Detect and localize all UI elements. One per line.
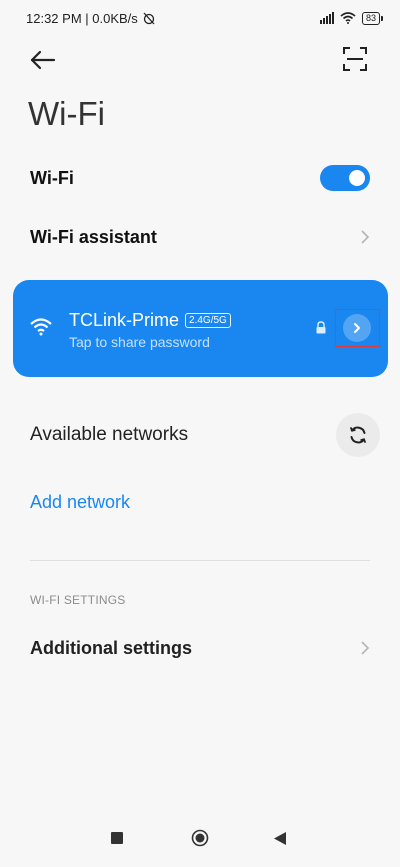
scan-qr-icon[interactable] (342, 46, 368, 72)
back-triangle-icon[interactable] (274, 832, 286, 845)
signal-icon (319, 12, 334, 24)
wifi-settings-header: WI-FI SETTINGS (30, 593, 126, 607)
wifi-icon (30, 318, 52, 336)
add-network-link[interactable]: Add network (30, 492, 130, 513)
refresh-icon (350, 426, 366, 444)
status-left: 12:32 PM | 0.0KB/s (26, 11, 156, 26)
page-title: Wi-Fi (28, 95, 105, 132)
battery-indicator: 83 (361, 11, 384, 25)
divider (30, 560, 370, 561)
back-arrow-icon[interactable] (28, 48, 58, 72)
status-time-speed: 12:32 PM | 0.0KB/s (26, 10, 138, 26)
chevron-right-icon (361, 230, 370, 244)
wifi-assistant-row[interactable]: Wi-Fi assistant (0, 209, 400, 265)
top-bar (0, 40, 400, 80)
network-name-line: TCLink-Prime 2.4G/5G (69, 310, 231, 331)
recents-square-icon[interactable] (111, 832, 123, 844)
additional-settings-label: Additional settings (30, 637, 192, 658)
wifi-toggle-row[interactable]: Wi-Fi (0, 150, 400, 206)
status-bar: 12:32 PM | 0.0KB/s 83 (0, 0, 400, 36)
wifi-toggle-switch[interactable] (320, 165, 370, 191)
wifi-toggle-label: Wi-Fi (30, 167, 74, 188)
lock-icon (316, 321, 326, 334)
alarm-off-icon (143, 12, 155, 25)
highlight-box (335, 309, 380, 347)
toggle-knob (349, 170, 365, 186)
connected-network-card[interactable]: TCLink-Prime 2.4G/5G Tap to share passwor… (13, 280, 388, 377)
chevron-right-icon (361, 641, 370, 655)
band-badge: 2.4G/5G (185, 313, 231, 328)
additional-settings-row[interactable]: Additional settings (0, 620, 400, 676)
network-name: TCLink-Prime (69, 310, 180, 330)
wifi-status-icon (340, 12, 356, 24)
wifi-assistant-label: Wi-Fi assistant (30, 226, 157, 247)
network-subtitle: Tap to share password (69, 334, 210, 350)
status-right: 83 (319, 11, 384, 25)
home-circle-icon[interactable] (191, 829, 209, 847)
refresh-button[interactable] (336, 413, 380, 457)
navigation-bar (0, 818, 400, 867)
available-networks-label: Available networks (30, 424, 189, 445)
